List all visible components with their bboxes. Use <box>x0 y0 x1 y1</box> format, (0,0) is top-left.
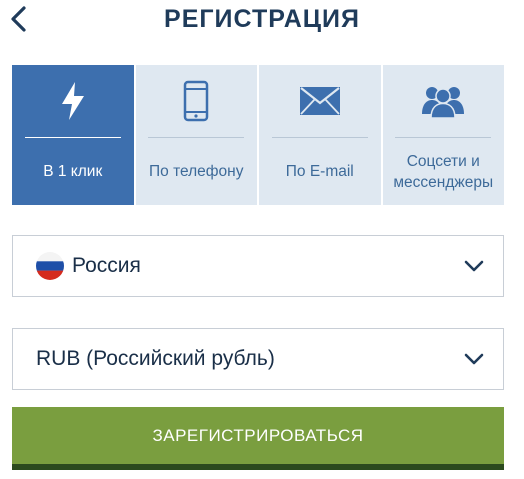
tab-one-click[interactable]: В 1 клик <box>12 65 134 205</box>
tab-label: Соцсети и мессенджеры <box>393 152 494 191</box>
tab-label: В 1 клик <box>43 163 103 180</box>
tab-label: По телефону <box>149 163 244 180</box>
tab-label: По E-mail <box>285 163 354 180</box>
lightning-icon <box>60 65 86 137</box>
register-button[interactable]: ЗАРЕГИСТРИРОВАТЬСЯ <box>12 407 504 470</box>
envelope-icon <box>299 65 341 137</box>
phone-icon <box>183 65 209 137</box>
currency-select[interactable]: RUB (Российский рубль) <box>12 328 504 390</box>
users-icon <box>421 65 465 137</box>
tab-phone[interactable]: По телефону <box>135 65 257 205</box>
header: РЕГИСТРАЦИЯ <box>0 0 524 44</box>
registration-method-tabs: В 1 клик По телефону По E-mail Соцсети и… <box>12 65 504 205</box>
russia-flag-icon <box>36 252 64 280</box>
page-title: РЕГИСТРАЦИЯ <box>164 5 360 33</box>
tab-social[interactable]: Соцсети и мессенджеры <box>382 65 504 205</box>
tab-email[interactable]: По E-mail <box>259 65 381 205</box>
country-value: Россия <box>72 254 141 277</box>
chevron-down-icon <box>464 260 484 272</box>
chevron-down-icon <box>464 353 484 365</box>
register-button-label: ЗАРЕГИСТРИРОВАТЬСЯ <box>152 425 364 445</box>
currency-value: RUB (Российский рубль) <box>36 347 275 370</box>
country-select[interactable]: Россия <box>12 235 504 297</box>
